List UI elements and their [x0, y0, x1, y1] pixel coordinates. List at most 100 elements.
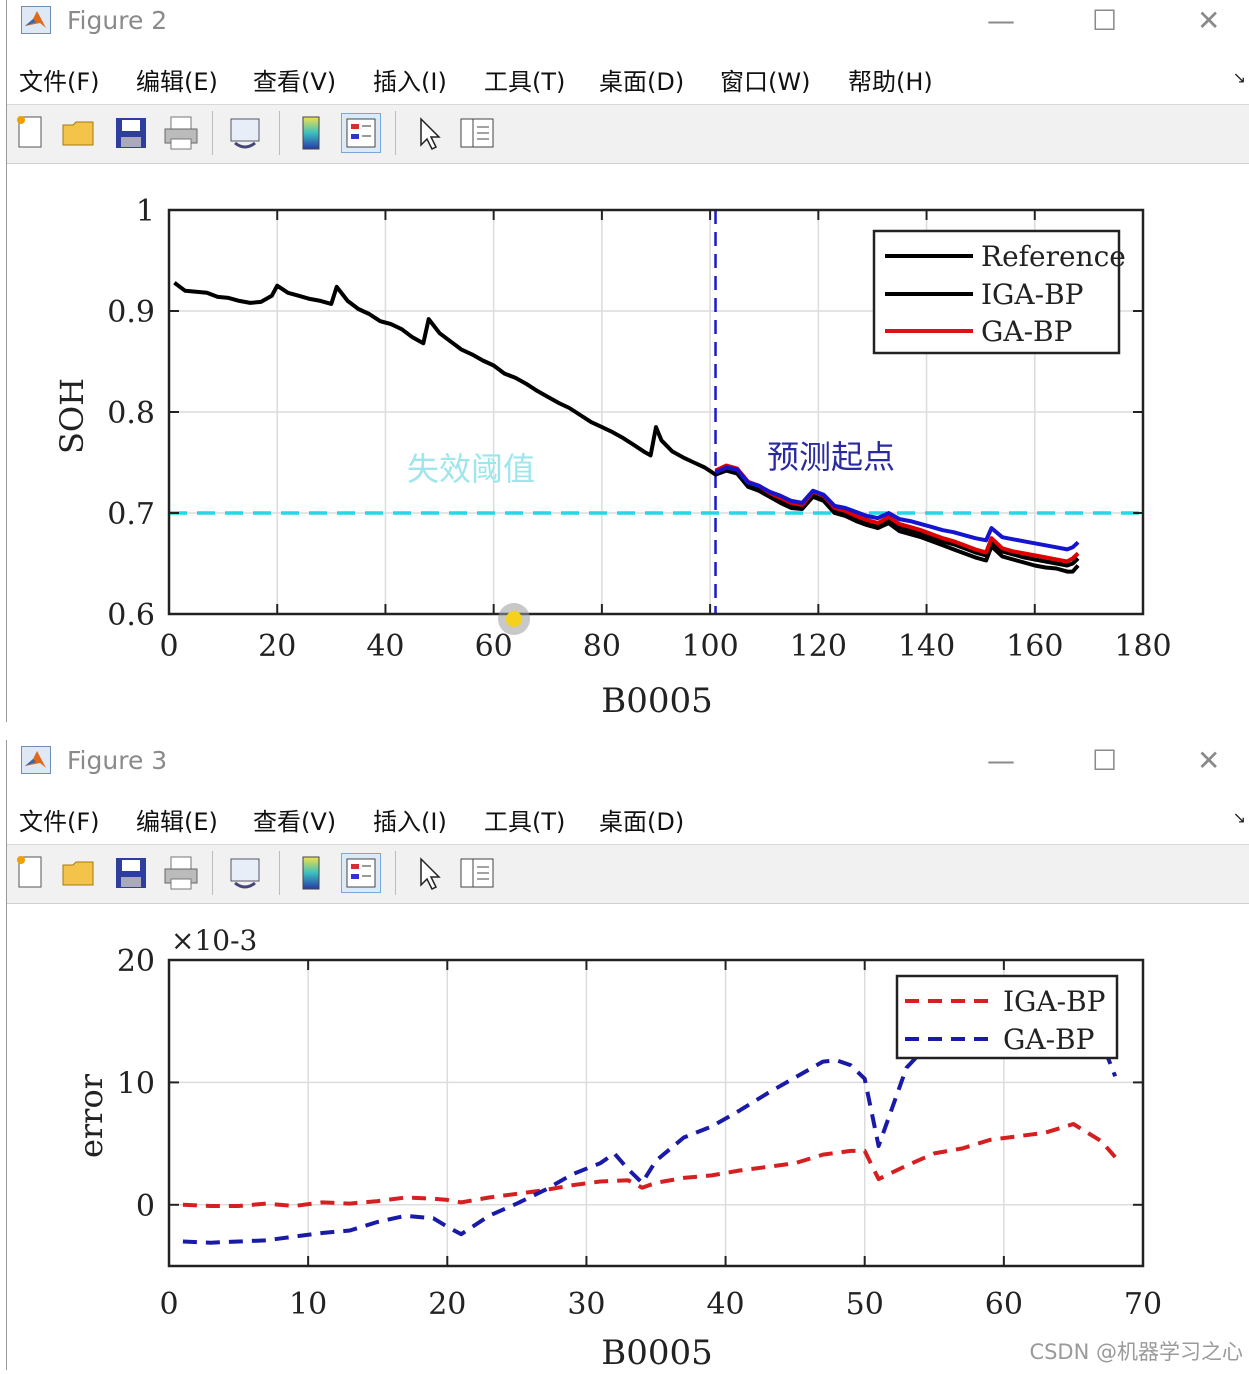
- prediction-start-label: 预测起点: [767, 438, 895, 476]
- x-tick-label: 160: [1006, 629, 1063, 664]
- menu-desktop[interactable]: 桌面(D): [599, 62, 684, 97]
- link-plot-icon[interactable]: [225, 853, 265, 893]
- minimize-icon[interactable]: —: [987, 744, 1015, 777]
- figure-canvas: 0 10 20 30 40 50 60 70 0 10 20 error B0005 ×10-3 I…: [7, 904, 1249, 1373]
- x-tick-label: 100: [681, 629, 738, 664]
- figure-toolbar: [7, 845, 1249, 904]
- y-tick-label: 0.9: [107, 295, 155, 330]
- x-tick-label: 10: [289, 1287, 327, 1322]
- menu-bar: 文件(F) 编辑(E) 查看(V) 插入(I) 工具(T) 桌面(D) ↘: [7, 782, 1249, 845]
- y-tick-label: 0.8: [107, 396, 155, 431]
- figure-2-window: Figure 2 — ☐ ✕ 文件(F) 编辑(E) 查看(V) 插入(I) 工…: [6, 0, 1249, 722]
- menu-bar: 文件(F) 编辑(E) 查看(V) 插入(I) 工具(T) 桌面(D) 窗口(W…: [7, 42, 1249, 105]
- menu-desktop[interactable]: 桌面(D): [599, 802, 684, 837]
- legend[interactable]: IGA-BP GA-BP: [895, 974, 1119, 1060]
- x-tick-label: 80: [583, 629, 621, 664]
- threshold-label: 失效阈值: [407, 450, 535, 488]
- toolbar-separator: [279, 111, 280, 155]
- save-icon[interactable]: [111, 853, 151, 893]
- y-multiplier-label: ×10-3: [171, 924, 257, 957]
- menu-window[interactable]: 窗口(W): [720, 62, 810, 97]
- print-icon[interactable]: [161, 853, 201, 893]
- x-tick-label: 20: [258, 629, 296, 664]
- menu-edit[interactable]: 编辑(E): [136, 62, 218, 97]
- x-axis-label: B0005: [601, 681, 713, 721]
- save-icon[interactable]: [111, 113, 151, 153]
- x-tick-label: 20: [428, 1287, 466, 1322]
- menu-file[interactable]: 文件(F): [19, 802, 100, 837]
- x-tick-label: 60: [475, 629, 513, 664]
- new-figure-icon[interactable]: [11, 853, 51, 893]
- error-chart: 0 10 20 30 40 50 60 70 0 10 20 error B0005 ×10-3 I…: [72, 924, 1162, 1373]
- dock-arrow-icon[interactable]: ↘: [1233, 68, 1246, 87]
- y-tick-label: 0.6: [107, 598, 155, 633]
- title-bar[interactable]: Figure 2 — ☐ ✕: [7, 0, 1249, 42]
- colorbar-icon[interactable]: [291, 853, 331, 893]
- figure-toolbar: [7, 105, 1249, 164]
- menu-insert[interactable]: 插入(I): [373, 62, 447, 97]
- title-bar[interactable]: Figure 3 — ☐ ✕: [7, 740, 1249, 782]
- x-tick-label: 180: [1114, 629, 1171, 664]
- matlab-logo-icon: [21, 6, 51, 34]
- x-tick-label: 50: [846, 1287, 884, 1322]
- open-file-icon[interactable]: [59, 113, 99, 153]
- x-tick-label: 120: [790, 629, 847, 664]
- link-plot-icon[interactable]: [225, 113, 265, 153]
- toolbar-separator: [212, 111, 213, 155]
- y-axis-label: SOH: [53, 378, 91, 454]
- y-axis-label: error: [72, 1073, 110, 1158]
- menu-tools[interactable]: 工具(T): [484, 802, 565, 837]
- menu-edit[interactable]: 编辑(E): [136, 802, 218, 837]
- pointer-icon[interactable]: [409, 853, 449, 893]
- x-tick-label: 40: [366, 629, 404, 664]
- cursor-dot: [506, 611, 522, 627]
- menu-file[interactable]: 文件(F): [19, 62, 100, 97]
- legend-label-iga-bp: IGA-BP: [1003, 985, 1106, 1018]
- y-tick-label: 0: [136, 1189, 155, 1224]
- maximize-icon[interactable]: ☐: [1092, 4, 1117, 37]
- dock-arrow-icon[interactable]: ↘: [1233, 808, 1246, 827]
- figure-canvas: 0 20 40 60 80 100 120 140 160 180 0.6 0.7 0.8 0.9 1 SO…: [7, 164, 1249, 722]
- toolbar-separator: [212, 851, 213, 895]
- close-icon[interactable]: ✕: [1197, 744, 1220, 777]
- menu-view[interactable]: 查看(V): [253, 62, 336, 97]
- print-icon[interactable]: [161, 113, 201, 153]
- legend-icon[interactable]: [341, 853, 381, 893]
- toolbar-separator: [395, 851, 396, 895]
- property-inspector-icon[interactable]: [457, 853, 497, 893]
- menu-insert[interactable]: 插入(I): [373, 802, 447, 837]
- menu-tools[interactable]: 工具(T): [484, 62, 565, 97]
- window-title: Figure 3: [67, 746, 168, 775]
- legend-label-ga-bp: GA-BP: [981, 315, 1072, 348]
- y-tick-label: 10: [117, 1066, 155, 1101]
- toolbar-separator: [395, 111, 396, 155]
- property-inspector-icon[interactable]: [457, 113, 497, 153]
- x-tick-label: 140: [898, 629, 955, 664]
- legend-label-iga-bp: IGA-BP: [981, 278, 1084, 311]
- menu-help[interactable]: 帮助(H): [848, 62, 933, 97]
- x-tick-label: 0: [159, 629, 178, 664]
- close-icon[interactable]: ✕: [1197, 4, 1220, 37]
- y-tick-label: 20: [117, 944, 155, 979]
- x-tick-label: 30: [567, 1287, 605, 1322]
- colorbar-icon[interactable]: [291, 113, 331, 153]
- toolbar-separator: [279, 851, 280, 895]
- legend[interactable]: Reference IGA-BP GA-BP: [872, 229, 1126, 355]
- minimize-icon[interactable]: —: [987, 4, 1015, 37]
- x-axis-label: B0005: [601, 1333, 713, 1370]
- legend-label-reference: Reference: [981, 240, 1126, 273]
- soh-chart: 0 20 40 60 80 100 120 140 160 180 0.6 0.7 0.8 0.9 1 SO…: [53, 194, 1172, 721]
- maximize-icon[interactable]: ☐: [1092, 744, 1117, 777]
- legend-icon[interactable]: [341, 113, 381, 153]
- watermark: CSDN @机器学习之心: [1029, 1340, 1243, 1364]
- menu-view[interactable]: 查看(V): [253, 802, 336, 837]
- window-title: Figure 2: [67, 6, 168, 35]
- pointer-icon[interactable]: [409, 113, 449, 153]
- open-file-icon[interactable]: [59, 853, 99, 893]
- y-tick-label: 1: [136, 194, 155, 229]
- new-figure-icon[interactable]: [11, 113, 51, 153]
- x-tick-label: 40: [706, 1287, 744, 1322]
- x-tick-label: 0: [159, 1287, 178, 1322]
- figure-3-window: Figure 3 — ☐ ✕ 文件(F) 编辑(E) 查看(V) 插入(I) 工…: [6, 740, 1249, 1373]
- matlab-logo-icon: [21, 746, 51, 774]
